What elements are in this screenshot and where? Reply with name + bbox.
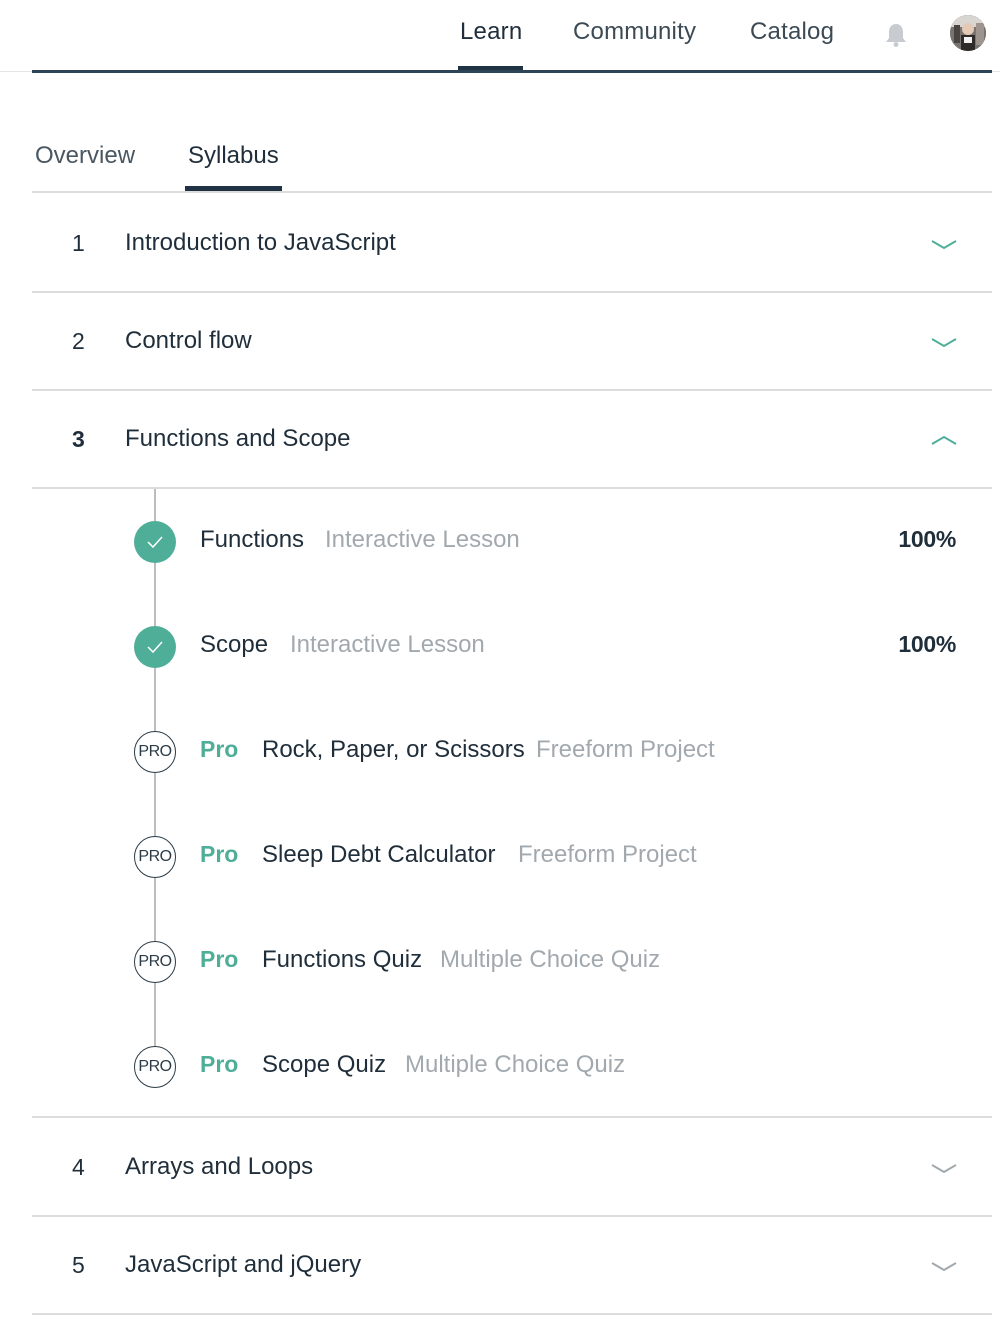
syllabus-tabs: Overview Syllabus [32,130,992,193]
lesson-name: Sleep Debt Calculator [262,841,496,868]
lesson-progress: 100% [898,631,956,657]
lesson-type: Multiple Choice Quiz [405,1051,626,1078]
pro-label: Pro [200,736,239,762]
section-number: 3 [72,426,85,452]
lesson-type: Freeform Project [518,841,697,868]
section-functions-and-scope[interactable]: 3 Functions and Scope [32,391,992,489]
section-number: 1 [72,230,85,256]
lesson-name: Scope [200,631,269,658]
section-number: 5 [72,1252,85,1278]
section-number: 2 [72,328,85,354]
lesson-functions[interactable]: Functions Interactive Lesson 100% [32,510,992,570]
section-introduction-to-javascript[interactable]: 1 Introduction to JavaScript [32,195,992,293]
lesson-rock-paper-scissors[interactable]: PRO Pro Rock, Paper, or Scissors Freefor… [32,720,992,780]
chevron-up-icon[interactable] [930,433,958,449]
pro-badge: PRO [134,1046,176,1088]
nav-divider [32,70,992,73]
bell-icon[interactable] [884,22,908,48]
pro-badge: PRO [134,731,176,773]
section-number: 4 [72,1154,85,1180]
lesson-type: Freeform Project [536,736,715,763]
nav-community[interactable]: Community [573,18,696,46]
lesson-list: Functions Interactive Lesson 100% Scope … [32,489,992,1118]
nav-learn[interactable]: Learn [460,18,522,46]
lesson-scope-quiz[interactable]: PRO Pro Scope Quiz Multiple Choice Quiz [32,1035,992,1095]
section-title: Functions and Scope [125,425,351,452]
top-nav: Learn Community Catalog [0,0,1000,73]
avatar[interactable] [950,15,986,51]
pro-label: Pro [200,1051,239,1077]
lesson-type: Interactive Lesson [290,631,485,658]
section-title: Introduction to JavaScript [125,229,396,256]
lesson-name: Rock, Paper, or Scissors [262,736,525,763]
section-title: Arrays and Loops [125,1153,314,1180]
lesson-name: Scope Quiz [262,1051,387,1078]
checkmark-icon [134,626,176,668]
chevron-down-icon[interactable] [930,1259,958,1275]
nav-catalog[interactable]: Catalog [750,18,834,46]
chevron-down-icon[interactable] [930,237,958,253]
section-arrays-and-loops[interactable]: 4 Arrays and Loops [32,1119,992,1217]
chevron-down-icon[interactable] [930,335,958,351]
section-control-flow[interactable]: 2 Control flow [32,293,992,391]
lesson-progress: 100% [898,526,956,552]
lesson-type: Interactive Lesson [325,526,520,553]
lesson-scope[interactable]: Scope Interactive Lesson 100% [32,615,992,675]
section-javascript-and-jquery[interactable]: 5 JavaScript and jQuery [32,1217,992,1315]
tab-overview[interactable]: Overview [35,142,135,170]
lesson-name: Functions Quiz [262,946,423,973]
chevron-down-icon[interactable] [930,1161,958,1177]
lesson-name: Functions [200,526,305,553]
pro-badge: PRO [134,836,176,878]
pro-label: Pro [200,841,239,867]
tab-active-underline [185,186,282,191]
tab-syllabus[interactable]: Syllabus [188,142,279,170]
checkmark-icon [134,521,176,563]
pro-label: Pro [200,946,239,972]
lesson-type: Multiple Choice Quiz [440,946,661,973]
lesson-sleep-debt-calculator[interactable]: PRO Pro Sleep Debt Calculator Freeform P… [32,825,992,885]
section-title: Control flow [125,327,252,354]
lesson-functions-quiz[interactable]: PRO Pro Functions Quiz Multiple Choice Q… [32,930,992,990]
pro-badge: PRO [134,941,176,983]
section-title: JavaScript and jQuery [125,1251,362,1278]
